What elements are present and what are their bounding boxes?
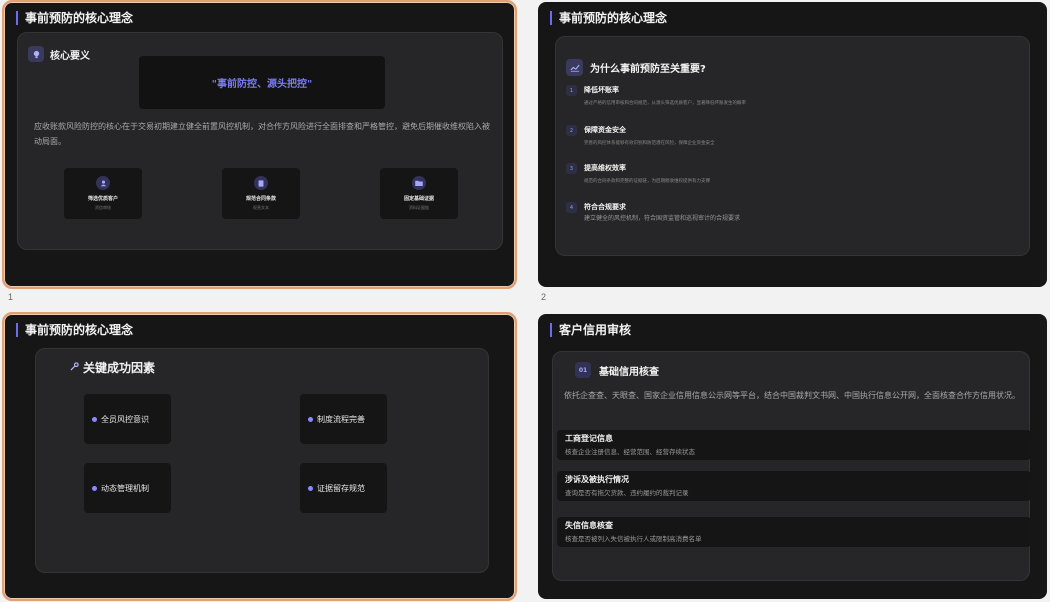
check-item-title: 工商登记信息 [565, 434, 613, 443]
reason-title: 降低坏账率 [584, 86, 619, 94]
reason-title: 符合合规要求 [584, 203, 626, 211]
feature-card: 固定基础证据 资料证据链 [380, 168, 458, 219]
reason-desc: 规范的合同条款和完整的证据链，为后期催收维权提供有力支撑 [584, 179, 710, 184]
core-concept-panel: 核心要义 "事前防控、源头把控" 应收账款风险防控的核心在于交易初期建立健全前置… [17, 32, 503, 250]
bullet-icon [308, 416, 313, 422]
section-label: 基础信用核查 [599, 366, 659, 378]
bullet-icon [92, 416, 97, 422]
reason-title: 保障资金安全 [584, 126, 626, 134]
factor-label: 制度流程完善 [317, 414, 365, 424]
factor-label: 证据留存规范 [317, 483, 365, 493]
feature-title: 规范合同条款 [245, 196, 276, 202]
check-item-desc: 核查是否被列入失信被执行人或限制高消费名单 [565, 535, 702, 543]
feature-subtitle: 权责文本 [253, 205, 269, 210]
reason-desc: 建立健全的风控机制，符合国资监管和巡视审计的合规要求 [584, 215, 741, 222]
importance-panel: 为什么事前预防至关重要? 1 降低坏账率 通过严格的信用审核和合同规范，从源头筛… [555, 36, 1030, 256]
factor-card: 全员风控意识 [84, 394, 171, 444]
factor-card: 动态管理机制 [84, 463, 171, 513]
reason-desc: 通过严格的信用审核和合同规范，从源头筛选优质客户，显著降低坏账发生的概率 [584, 101, 746, 106]
feature-card: 筛选优质客户 资信审核 [64, 168, 142, 219]
document-icon [254, 176, 268, 190]
slide-number: 1 [8, 292, 14, 302]
slide-title: 客户信用审核 [550, 323, 631, 337]
feature-title: 固定基础证据 [403, 196, 434, 202]
check-item-title: 涉诉及被执行情况 [565, 475, 629, 484]
reason-title: 提高维权效率 [584, 164, 626, 172]
slide-thumbnail-3[interactable]: 事前预防的核心理念 关键成功因素 全员风控意识 制度流程完善 动态管理机制 证据… [2, 312, 517, 601]
section-label: 为什么事前预防至关重要? [590, 64, 706, 75]
slide-title: 事前预防的核心理念 [550, 11, 667, 25]
section-label: 核心要义 [50, 50, 90, 62]
slide-title: 事前预防的核心理念 [16, 11, 133, 25]
reason-number: 4 [566, 202, 577, 213]
reason-number: 2 [566, 125, 577, 136]
factor-label: 全员风控意识 [101, 414, 149, 424]
reason-number: 1 [566, 85, 577, 96]
factor-label: 动态管理机制 [101, 483, 149, 493]
slide-thumbnail-2[interactable]: 事前预防的核心理念 为什么事前预防至关重要? 1 降低坏账率 通过严格的信用审核… [538, 2, 1047, 287]
feature-subtitle: 资信审核 [95, 205, 111, 210]
reason-number: 3 [566, 163, 577, 174]
key-icon [70, 361, 79, 374]
section-header: 为什么事前预防至关重要? [566, 59, 706, 76]
check-item-card: 失信信息核查 核查是否被列入失信被执行人或限制高消费名单 [557, 517, 1031, 547]
slide-thumbnail-4[interactable]: 客户信用审核 01 基础信用核查 依托企查查、天眼查、国家企业信用信息公示网等平… [538, 314, 1047, 599]
check-item-title: 失信信息核查 [565, 521, 613, 530]
section-label: 关键成功因素 [83, 361, 156, 375]
check-item-desc: 核查企业注册信息、经营范围、经营存续状态 [565, 448, 695, 456]
feature-card: 规范合同条款 权责文本 [222, 168, 300, 219]
slide-title: 事前预防的核心理念 [16, 323, 133, 337]
check-item-card: 涉诉及被执行情况 查询是否有拖欠货款、违约履约的裁判记录 [557, 471, 1031, 501]
check-item-card: 工商登记信息 核查企业注册信息、经营范围、经营存续状态 [557, 430, 1031, 460]
section-header: 01 基础信用核查 [575, 362, 659, 378]
slide-number: 2 [541, 292, 547, 302]
section-header: 核心要义 [28, 46, 90, 62]
factor-card: 制度流程完善 [300, 394, 387, 444]
feature-title: 筛选优质客户 [87, 196, 118, 202]
bullet-icon [92, 485, 97, 491]
section-number-badge: 01 [575, 362, 591, 378]
factor-card: 证据留存规范 [300, 463, 387, 513]
reason-desc: 完善的风控体系能够有效识别和防范潜在风险，保障企业资金安全 [584, 141, 715, 146]
description-text: 依托企查查、天眼查、国家企业信用信息公示网等平台，结合中国裁判文书网、中国执行信… [564, 391, 1020, 400]
user-icon [96, 176, 110, 190]
check-item-desc: 查询是否有拖欠货款、违约履约的裁判记录 [565, 489, 689, 497]
chart-icon [566, 59, 583, 76]
credit-check-panel: 01 基础信用核查 依托企查查、天眼查、国家企业信用信息公示网等平台，结合中国裁… [552, 351, 1031, 581]
section-header: 关键成功因素 [70, 359, 155, 376]
slide-thumbnail-1[interactable]: 事前预防的核心理念 核心要义 "事前防控、源头把控" 应收账款风险防控的核心在于… [2, 0, 517, 289]
lightbulb-icon [28, 46, 44, 62]
feature-subtitle: 资料证据链 [409, 205, 429, 210]
folder-icon [412, 176, 426, 190]
success-factors-panel: 关键成功因素 全员风控意识 制度流程完善 动态管理机制 证据留存规范 [35, 348, 489, 573]
quote-box: "事前防控、源头把控" [139, 56, 385, 109]
bullet-icon [308, 485, 313, 491]
description-text: 应收账款风险防控的核心在于交易初期建立健全前置风控机制，对合作方风险进行全面排查… [34, 122, 490, 146]
